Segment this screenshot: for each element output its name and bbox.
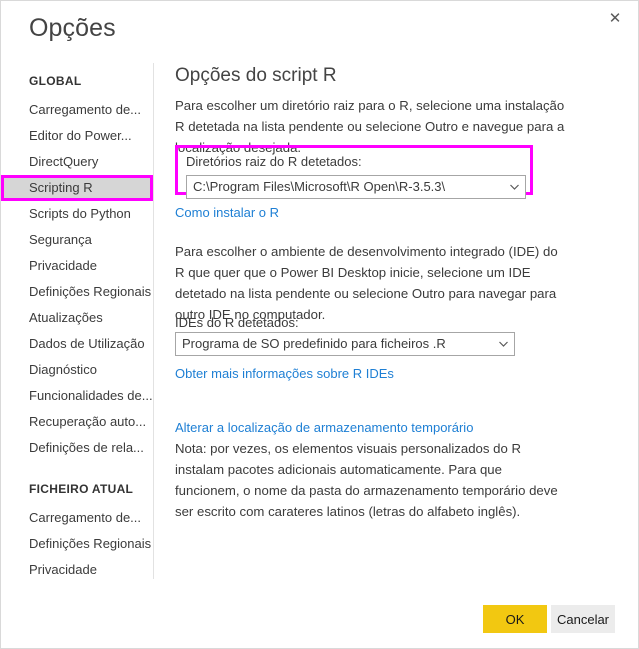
sidebar-item-carregamento-de-dados-global[interactable]: Carregamento de... — [1, 97, 153, 123]
note-text: Nota: por vezes, os elementos visuais pe… — [175, 441, 558, 519]
sidebar-item-scripts-do-python[interactable]: Scripts do Python — [1, 201, 153, 227]
sidebar-item-editor-do-power-query[interactable]: Editor do Power... — [1, 123, 153, 149]
sidebar-group-spacer — [1, 461, 153, 479]
sidebar-item-privacidade-global[interactable]: Privacidade — [1, 253, 153, 279]
sidebar-item-definicoes-regionais-global[interactable]: Definições Regionais — [1, 279, 153, 305]
chevron-down-icon — [503, 176, 525, 198]
chevron-down-icon — [492, 333, 514, 355]
sidebar-item-directquery-global[interactable]: DirectQuery — [1, 149, 153, 175]
r-root-label: Diretórios raiz do R detetados: — [186, 154, 362, 169]
sidebar-item-seguranca[interactable]: Segurança — [1, 227, 153, 253]
options-dialog: Opções ✕ GLOBAL Carregamento de... Edito… — [0, 0, 639, 649]
dialog-footer: OK Cancelar — [1, 579, 638, 648]
ide-text: Para escolher o ambiente de desenvolvime… — [175, 244, 558, 322]
cancel-button[interactable]: Cancelar — [551, 605, 615, 633]
options-main-panel: Opções do script R Para escolher um dire… — [175, 63, 623, 579]
r-root-selected-value: C:\Program Files\Microsoft\R Open\R-3.5.… — [193, 179, 446, 194]
ok-button[interactable]: OK — [483, 605, 547, 633]
close-button[interactable]: ✕ — [596, 3, 634, 33]
sidebar-item-scripting-r[interactable]: Scripting R — [1, 175, 153, 201]
sidebar-item-funcionalidades-de-pre-visualizacao[interactable]: Funcionalidades de... — [1, 383, 153, 409]
sidebar-group-title-ficheiro-atual: FICHEIRO ATUAL — [29, 482, 134, 496]
dialog-titlebar: Opções ✕ — [1, 1, 638, 47]
intro-block: Opções do script R Para escolher um dire… — [175, 63, 567, 158]
sidebar-group-title-global: GLOBAL — [29, 74, 82, 88]
options-sidebar[interactable]: GLOBAL Carregamento de... Editor do Powe… — [1, 71, 153, 579]
sidebar-item-definicoes-de-relatorio-global[interactable]: Definições de rela... — [1, 435, 153, 461]
r-root-field-group: Diretórios raiz do R detetados: C:\Progr… — [186, 153, 526, 199]
sidebar-item-recuperacao-automatica-global[interactable]: Recuperação auto... — [1, 409, 153, 435]
page-title: Opções — [29, 14, 116, 42]
link-how-to-install-r[interactable]: Como instalar o R — [175, 203, 279, 223]
r-root-dropdown[interactable]: C:\Program Files\Microsoft\R Open\R-3.5.… — [186, 175, 526, 199]
footer-divider — [1, 579, 638, 580]
note-block: Nota: por vezes, os elementos visuais pe… — [175, 438, 567, 522]
sidebar-item-carregamento-de-dados-ficheiro[interactable]: Carregamento de... — [1, 505, 153, 531]
sidebar-item-diagnostico[interactable]: Diagnóstico — [1, 357, 153, 383]
sidebar-item-privacidade-ficheiro[interactable]: Privacidade — [1, 557, 153, 579]
close-icon: ✕ — [608, 8, 622, 27]
link-more-info-r-ides[interactable]: Obter mais informações sobre R IDEs — [175, 364, 394, 384]
section-heading: Opções do script R — [175, 65, 337, 86]
sidebar-item-dados-de-utilizacao[interactable]: Dados de Utilização — [1, 331, 153, 357]
r-root-highlight-box: Diretórios raiz do R detetados: C:\Progr… — [175, 145, 533, 199]
ide-dropdown[interactable]: Programa de SO predefinido para ficheiro… — [175, 332, 515, 356]
ide-description-block: Para escolher o ambiente de desenvolvime… — [175, 241, 567, 325]
ide-selected-value: Programa de SO predefinido para ficheiro… — [182, 336, 446, 351]
ide-label: IDEs do R detetados: — [175, 315, 299, 330]
ide-field-group: Programa de SO predefinido para ficheiro… — [175, 332, 515, 356]
sidebar-item-atualizacoes[interactable]: Atualizações — [1, 305, 153, 331]
sidebar-item-definicoes-regionais-ficheiro[interactable]: Definições Regionais — [1, 531, 153, 557]
link-change-temporary-storage-location[interactable]: Alterar a localização de armazenamento t… — [175, 418, 473, 438]
sidebar-divider — [153, 63, 154, 579]
